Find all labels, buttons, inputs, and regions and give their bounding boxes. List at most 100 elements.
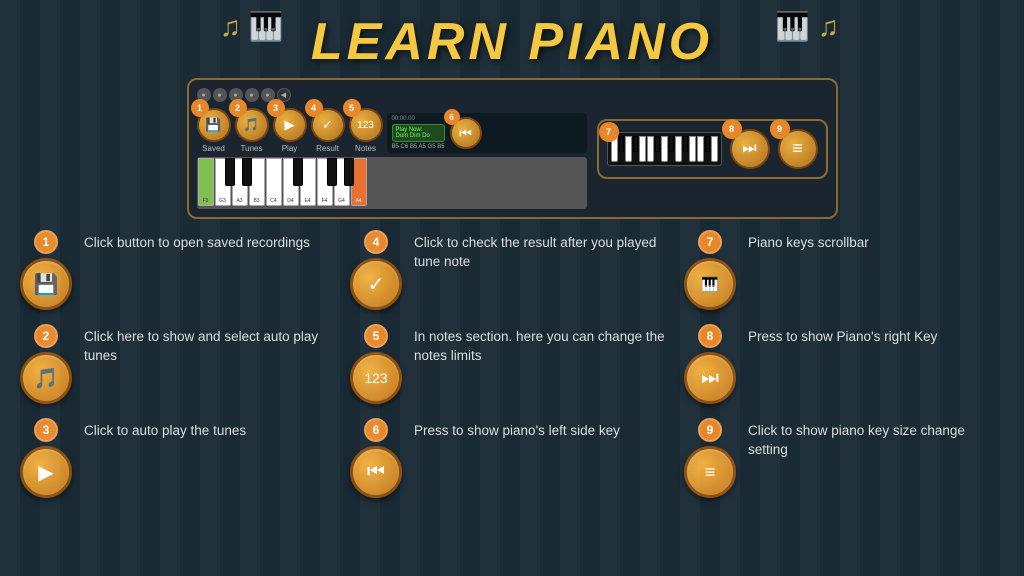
result-label: Result: [316, 144, 339, 153]
instruction-8: 8 ⏭ Press to show Piano's right Key: [684, 324, 1004, 404]
inst-4-btn-group: 4 ✓: [350, 230, 402, 310]
inst-9-icon[interactable]: ≡: [684, 446, 736, 498]
inst-badge-1: 1: [34, 230, 58, 254]
inst-1-text: Click button to open saved recordings: [84, 230, 310, 253]
badge-5: 5: [343, 99, 361, 117]
instruction-6: 6 ⏮ Press to show piano's left side key: [350, 418, 674, 498]
sk-bk-3: [655, 136, 660, 152]
main-btn-row: 1 💾 Saved 2 🎵 Tunes 3 ▶ Play: [197, 108, 587, 153]
instruction-4: 4 ✓ Click to check the result after you …: [350, 230, 674, 310]
app-title: LEARN PIANO: [311, 13, 713, 71]
mini-btn-2[interactable]: ●: [213, 88, 227, 102]
music-notes-left: ♫ 🎹: [220, 10, 284, 43]
sk-7: [689, 136, 696, 162]
inst-3-btn-group: 3 ▶: [20, 418, 72, 498]
inst-6-icon[interactable]: ⏮: [350, 446, 402, 498]
inst-5-text: In notes section. here you can change th…: [414, 324, 674, 366]
saved-label: Saved: [202, 144, 225, 153]
black-key-5[interactable]: [344, 158, 354, 186]
inst-badge-4: 4: [364, 230, 388, 254]
key-group-6: F4: [317, 158, 333, 208]
black-key-3[interactable]: [293, 158, 303, 186]
inst-7-text: Piano keys scrollbar: [748, 230, 869, 253]
badge-7: 7: [599, 122, 619, 142]
inst-2-btn-group: 2 🎵: [20, 324, 72, 404]
key-f3[interactable]: F3: [198, 158, 214, 206]
inst-badge-3: 3: [34, 418, 58, 442]
tunes-label: Tunes: [241, 144, 263, 153]
menu-btn-wrapper: 9 ≡: [778, 129, 818, 169]
inst-9-text: Click to show piano key size change sett…: [748, 418, 1004, 460]
black-key-4[interactable]: [327, 158, 337, 186]
inst-2-icon[interactable]: 🎵: [20, 352, 72, 404]
inst-3-icon[interactable]: ▶: [20, 446, 72, 498]
inst-3-text: Click to auto play the tunes: [84, 418, 246, 441]
time-display: 00:00.00: [392, 116, 445, 122]
tunes-btn-mockup[interactable]: 2 🎵 Tunes: [235, 108, 269, 153]
sk-bk-1: [619, 136, 624, 152]
sk-8: [697, 136, 704, 162]
sk-bk-5: [683, 136, 688, 152]
inst-badge-7: 7: [698, 230, 722, 254]
inst-badge-8: 8: [698, 324, 722, 348]
inst-8-icon[interactable]: ⏭: [684, 352, 736, 404]
instruction-1: 1 💾 Click button to open saved recording…: [20, 230, 340, 310]
note-display: B5 C6 B5 A5 G5 B5: [392, 144, 445, 150]
inst-5-icon[interactable]: 123: [350, 352, 402, 404]
saved-btn-mockup[interactable]: 1 💾 Saved: [197, 108, 231, 153]
right-instructions: 7 🎹 Piano keys scrollbar 8 ⏭ Press to sh…: [684, 230, 1004, 512]
sk-bk-4: [669, 136, 674, 152]
inst-5-btn-group: 5 123: [350, 324, 402, 404]
badge-3: 3: [267, 99, 285, 117]
badge-4: 4: [305, 99, 323, 117]
piano-ui-frame: ● ● ● ● ● ◀ 1 💾 Saved 2 🎵: [187, 78, 838, 219]
mini-piano-keys: [607, 132, 722, 166]
sk-bk-6: [705, 136, 710, 152]
inst-badge-6: 6: [364, 418, 388, 442]
inst-7-icon[interactable]: 🎹: [684, 258, 736, 310]
inst-badge-2: 2: [34, 324, 58, 348]
key-group-4: D4: [283, 158, 299, 208]
instruction-7: 7 🎹 Piano keys scrollbar: [684, 230, 1004, 310]
piano-keys-section: F3 G3 A3 B3 C4 D4 E4: [197, 157, 587, 209]
badge-6: 6: [444, 109, 460, 125]
notes-btn-mockup[interactable]: 5 123 Notes: [349, 108, 383, 153]
sk-9: [711, 136, 718, 162]
result-btn-mockup[interactable]: 4 ✓ Result: [311, 108, 345, 153]
inst-8-btn-group: 8 ⏭: [684, 324, 736, 404]
main-content: 1 💾 Click button to open saved recording…: [0, 225, 1024, 512]
song-name: Dum Dim Do: [396, 133, 441, 139]
right-piano-ui: 7: [597, 119, 828, 179]
black-key-2[interactable]: [242, 158, 252, 186]
inst-badge-5: 5: [364, 324, 388, 348]
inst-7-btn-group: 7 🎹: [684, 230, 736, 310]
center-instructions: 4 ✓ Click to check the result after you …: [340, 230, 684, 512]
scrollbar-7-wrapper: 7: [607, 132, 722, 166]
inst-6-btn-group: 6 ⏮: [350, 418, 402, 498]
black-key-1[interactable]: [225, 158, 235, 186]
play-label: Play: [282, 144, 298, 153]
sk-bk-2: [633, 136, 638, 152]
sk-4: [647, 136, 654, 162]
inst-badge-9: 9: [698, 418, 722, 442]
inst-9-btn-group: 9 ≡: [684, 418, 736, 498]
piano-display-area: 00:00.00 Play Now: Dum Dim Do B5 C6 B5 A…: [387, 113, 587, 153]
left-instructions: 1 💾 Click button to open saved recording…: [20, 230, 340, 512]
badge-8: 8: [722, 119, 742, 139]
sk-6: [675, 136, 682, 162]
inst-1-icon[interactable]: 💾: [20, 258, 72, 310]
sk-5: [661, 136, 668, 162]
key-c4[interactable]: C4: [266, 158, 282, 206]
music-notes-right: 🎹 ♫: [775, 10, 839, 43]
badge-9: 9: [770, 119, 790, 139]
right-scroll-btn-wrapper: 8 ⏭: [730, 129, 770, 169]
inst-2-text: Click here to show and select auto play …: [84, 324, 340, 366]
left-piano-section: ● ● ● ● ● ◀ 1 💾 Saved 2 🎵: [197, 88, 587, 209]
inst-4-text: Click to check the result after you play…: [414, 230, 674, 272]
inst-4-icon[interactable]: ✓: [350, 258, 402, 310]
instruction-3: 3 ▶ Click to auto play the tunes: [20, 418, 340, 498]
instruction-9: 9 ≡ Click to show piano key size change …: [684, 418, 1004, 498]
play-btn-mockup[interactable]: 3 ▶ Play: [273, 108, 307, 153]
inst-1-btn-group: 1 💾: [20, 230, 72, 310]
mini-btn-4[interactable]: ●: [245, 88, 259, 102]
